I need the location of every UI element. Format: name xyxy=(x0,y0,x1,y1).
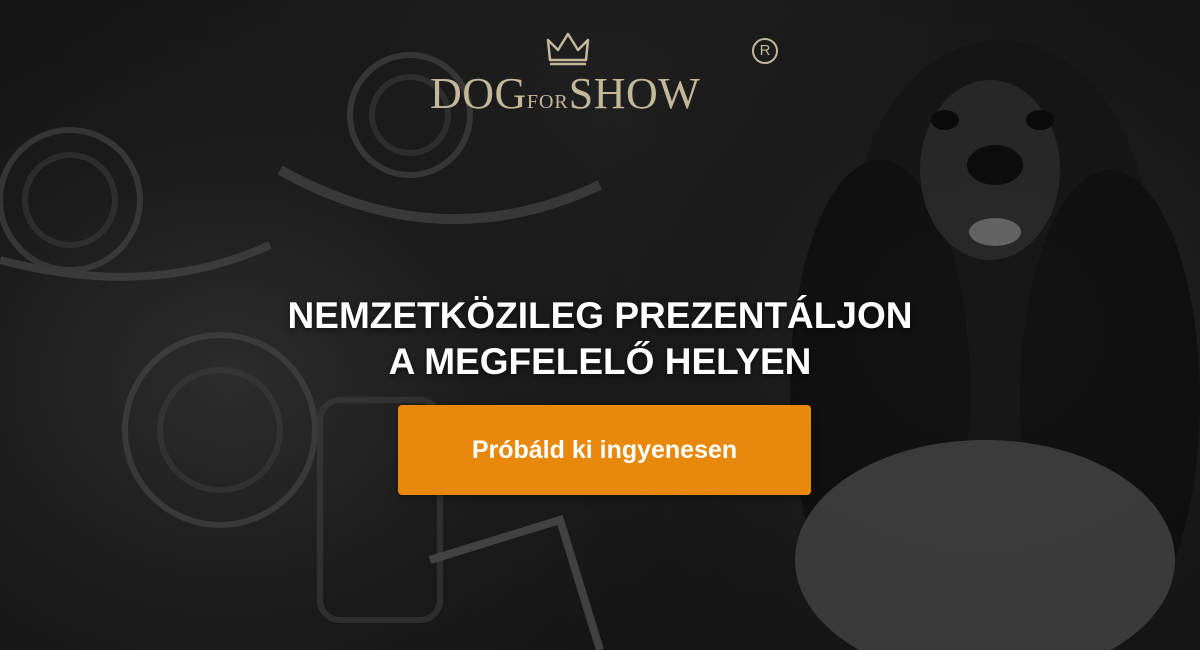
logo-wordmark: DOGFORSHOW xyxy=(430,68,700,119)
try-free-button[interactable]: Próbáld ki ingyenesen xyxy=(398,405,811,495)
headline-line-2: A MEGFELELŐ HELYEN xyxy=(388,340,812,382)
hero-banner: DOGFORSHOW R NEMZETKÖZILEG PREZENTÁLJON … xyxy=(0,0,1200,650)
registered-mark: R xyxy=(752,38,778,64)
logo-text-for: FOR xyxy=(526,91,569,113)
headline-line-1: NEMZETKÖZILEG PREZENTÁLJON xyxy=(287,294,913,336)
hero-headline: NEMZETKÖZILEG PREZENTÁLJON A MEGFELELŐ H… xyxy=(0,293,1200,385)
logo-text-show: SHOW xyxy=(568,69,701,118)
logo-text-dog: DOG xyxy=(430,69,527,118)
brand-logo[interactable]: DOGFORSHOW R xyxy=(430,30,780,118)
crown-icon xyxy=(546,32,590,66)
